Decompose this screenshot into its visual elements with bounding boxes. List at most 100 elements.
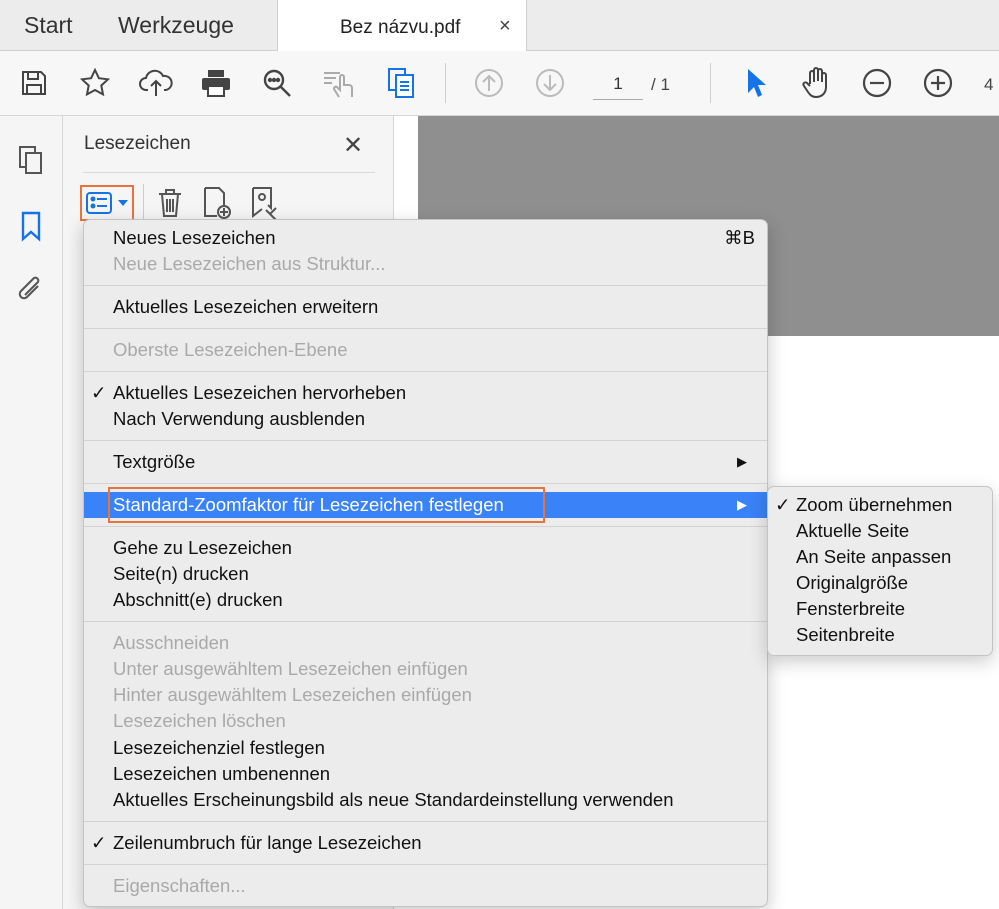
submenu-item-original-size[interactable]: Originalgröße xyxy=(768,570,992,596)
menu-separator xyxy=(84,864,767,865)
chevron-down-icon xyxy=(118,200,128,206)
tab-document[interactable]: Bez názvu.pdf × xyxy=(277,0,527,51)
menu-item-print-pages[interactable]: Seite(n) drucken xyxy=(84,561,767,587)
print-icon[interactable] xyxy=(196,63,236,103)
menu-item-hide-after-use[interactable]: Nach Verwendung ausblenden xyxy=(84,406,767,432)
submenu-item-window-width[interactable]: Fensterbreite xyxy=(768,596,992,622)
menu-item-paste-under: Unter ausgewähltem Lesezeichen einfügen xyxy=(84,656,767,682)
menu-item-new-from-structure: Neue Lesezeichen aus Struktur... xyxy=(84,251,767,277)
save-icon[interactable] xyxy=(14,63,54,103)
toolbar-divider xyxy=(445,63,446,103)
menu-item-label: Zeilenumbruch für lange Lesezeichen xyxy=(113,832,422,853)
left-rail xyxy=(0,116,63,909)
page-total: / 1 xyxy=(651,75,670,94)
submenu-item-label: Originalgröße xyxy=(796,572,909,593)
menu-item-label: Nach Verwendung ausblenden xyxy=(113,408,365,429)
arrow-down-icon[interactable] xyxy=(530,63,570,103)
submenu-item-label: Fensterbreite xyxy=(796,598,905,619)
menu-item-label: Aktuelles Lesezeichen hervorheben xyxy=(113,382,407,403)
menu-item-label: Oberste Lesezeichen-Ebene xyxy=(113,339,348,360)
cursor-icon[interactable] xyxy=(736,63,776,103)
panel-tool-divider xyxy=(143,184,144,220)
touch-reading-icon[interactable] xyxy=(318,63,358,103)
menu-item-cut: Ausschneiden xyxy=(84,630,767,656)
zoom-out-icon[interactable] xyxy=(857,63,897,103)
close-tab-icon[interactable]: × xyxy=(499,15,511,38)
bookmark-icon[interactable] xyxy=(13,208,49,244)
arrow-up-icon[interactable] xyxy=(469,63,509,103)
zoom-level-fragment[interactable]: 4 xyxy=(984,75,993,95)
menu-item-label: Unter ausgewähltem Lesezeichen einfügen xyxy=(113,658,468,679)
menu-separator xyxy=(84,371,767,372)
menu-item-wrap-long[interactable]: ✓ Zeilenumbruch für lange Lesezeichen xyxy=(84,830,767,856)
shortcut-label: ⌘B xyxy=(724,227,755,248)
menu-item-delete-bookmarks: Lesezeichen löschen xyxy=(84,708,767,734)
menu-item-label: Neue Lesezeichen aus Struktur... xyxy=(113,253,386,274)
paperclip-icon[interactable] xyxy=(13,272,49,308)
menu-item-new-bookmark[interactable]: Neues Lesezeichen ⌘B xyxy=(84,225,767,251)
menu-separator xyxy=(84,483,767,484)
menu-item-label: Neues Lesezeichen xyxy=(113,227,276,248)
menu-item-use-current-appearance[interactable]: Aktuelles Erscheinungsbild als neue Stan… xyxy=(84,787,767,813)
pages-icon[interactable] xyxy=(381,63,421,103)
menu-item-paste-after: Hinter ausgewähltem Lesezeichen einfügen xyxy=(84,682,767,708)
menu-item-label: Hinter ausgewähltem Lesezeichen einfügen xyxy=(113,684,472,705)
options-menu-button[interactable] xyxy=(80,185,134,221)
menu-item-properties: Eigenschaften... xyxy=(84,873,767,899)
new-bookmark-icon[interactable] xyxy=(200,184,234,222)
menu-item-label: Lesezeichen löschen xyxy=(113,710,286,731)
check-icon: ✓ xyxy=(91,382,107,403)
bookmark-settings-icon[interactable] xyxy=(248,184,282,222)
submenu-arrow-icon: ▶ xyxy=(737,454,747,469)
menu-item-expand-current[interactable]: Aktuelles Lesezeichen erweitern xyxy=(84,294,767,320)
tab-tools[interactable]: Werkzeuge xyxy=(118,0,234,50)
zoom-submenu: ✓ Zoom übernehmen Aktuelle Seite An Seit… xyxy=(767,486,993,656)
page-thumbnails-icon[interactable] xyxy=(13,142,49,178)
submenu-item-inherit-zoom[interactable]: ✓ Zoom übernehmen xyxy=(768,492,992,518)
close-panel-icon[interactable]: ✕ xyxy=(343,131,363,160)
menu-item-set-destination[interactable]: Lesezeichenziel festlegen xyxy=(84,735,767,761)
trash-icon[interactable] xyxy=(153,184,187,222)
tab-start[interactable]: Start xyxy=(24,0,73,50)
menu-item-label: Ausschneiden xyxy=(113,632,230,653)
menu-separator xyxy=(84,328,767,329)
menu-item-label: Seite(n) drucken xyxy=(113,563,249,584)
submenu-item-label: Aktuelle Seite xyxy=(796,520,910,541)
menu-item-rename-bookmarks[interactable]: Lesezeichen umbenennen xyxy=(84,761,767,787)
menu-separator xyxy=(84,821,767,822)
document-tab-title: Bez názvu.pdf xyxy=(340,17,461,38)
menu-item-print-sections[interactable]: Abschnitt(e) drucken xyxy=(84,587,767,613)
menu-item-highlight-current[interactable]: ✓ Aktuelles Lesezeichen hervorheben xyxy=(84,380,767,406)
submenu-item-label: Zoom übernehmen xyxy=(796,494,953,515)
menu-separator xyxy=(84,440,767,441)
focus-outline xyxy=(108,487,545,523)
menu-item-label: Gehe zu Lesezeichen xyxy=(113,537,292,558)
menu-item-label: Aktuelles Lesezeichen erweitern xyxy=(113,296,379,317)
zoom-search-icon[interactable] xyxy=(257,63,297,103)
menu-item-label: Textgröße xyxy=(113,451,196,472)
zoom-in-icon[interactable] xyxy=(918,63,958,103)
submenu-arrow-icon: ▶ xyxy=(737,497,747,512)
hand-icon[interactable] xyxy=(797,63,837,103)
menu-item-text-size[interactable]: Textgröße ▶ xyxy=(84,449,767,475)
page-number-input[interactable] xyxy=(593,69,643,100)
menu-item-label: Abschnitt(e) drucken xyxy=(113,589,283,610)
submenu-item-page-width[interactable]: Seitenbreite xyxy=(768,622,992,648)
menu-separator xyxy=(84,621,767,622)
submenu-item-label: Seitenbreite xyxy=(796,624,895,645)
menu-separator xyxy=(84,526,767,527)
menu-item-label: Aktuelles Erscheinungsbild als neue Stan… xyxy=(113,789,674,810)
check-icon: ✓ xyxy=(775,494,791,515)
menu-item-goto-bookmark[interactable]: Gehe zu Lesezeichen xyxy=(84,535,767,561)
star-icon[interactable] xyxy=(75,63,115,103)
bookmark-options-menu: Neues Lesezeichen ⌘B Neue Lesezeichen au… xyxy=(83,219,768,907)
panel-divider xyxy=(83,172,375,173)
toolbar: / 1 4 xyxy=(0,51,999,116)
submenu-item-current-page[interactable]: Aktuelle Seite xyxy=(768,518,992,544)
submenu-item-label: An Seite anpassen xyxy=(796,546,952,567)
check-icon: ✓ xyxy=(91,832,107,853)
cloud-upload-icon[interactable] xyxy=(136,63,176,103)
toolbar-divider xyxy=(710,63,711,103)
panel-title: Lesezeichen xyxy=(84,133,191,154)
submenu-item-fit-page[interactable]: An Seite anpassen xyxy=(768,544,992,570)
